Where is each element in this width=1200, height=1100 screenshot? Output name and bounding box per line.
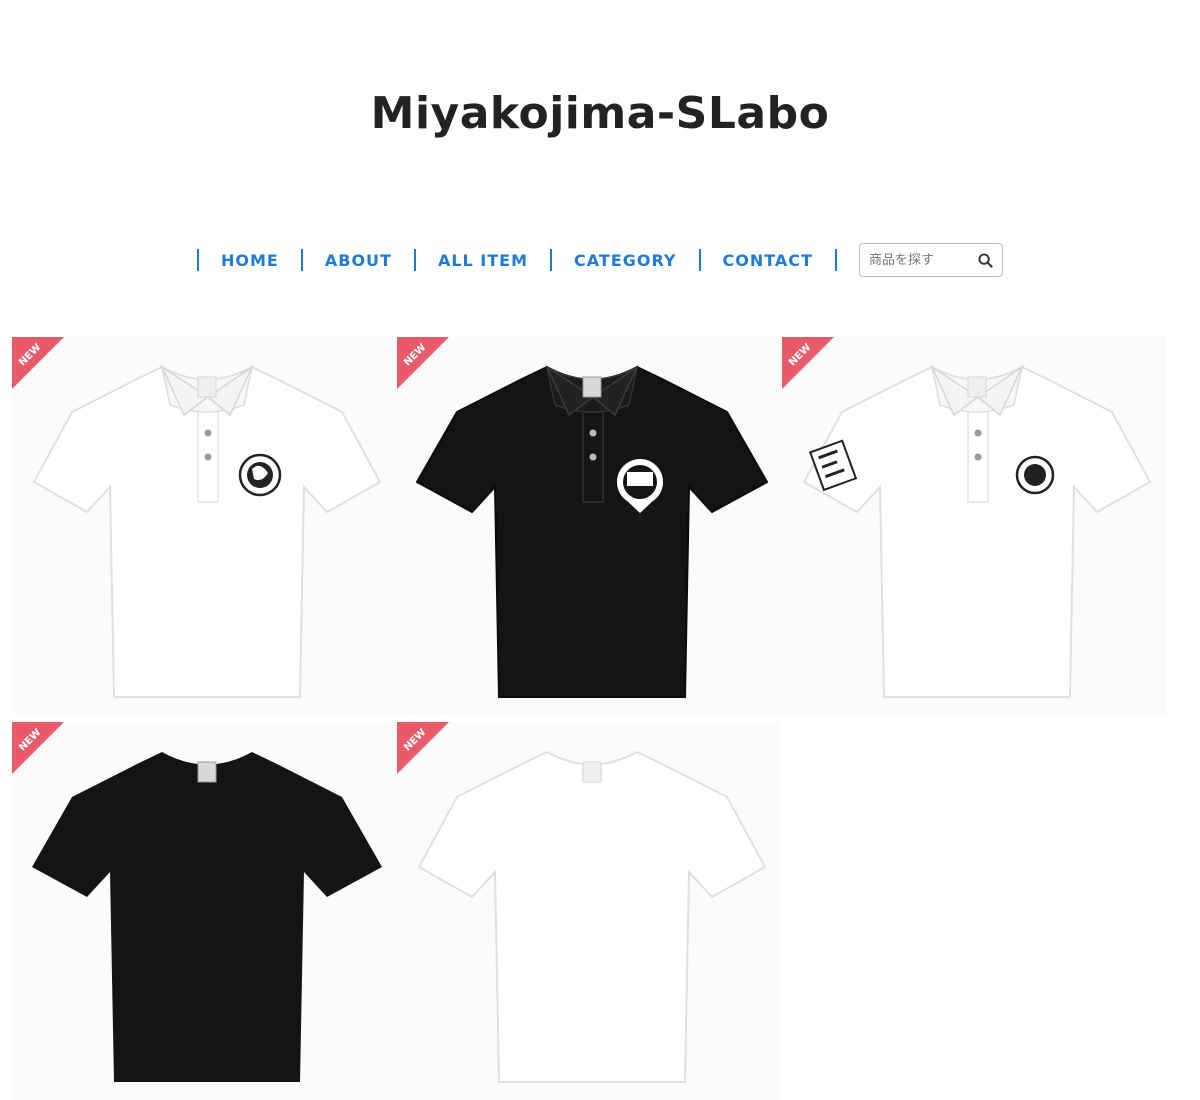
black-polo-shirt-image <box>397 337 781 715</box>
black-polo-shirt-image <box>12 722 396 1100</box>
product-card[interactable]: NEW <box>397 722 781 1100</box>
search-box <box>858 243 1003 277</box>
product-card[interactable]: NEW <box>397 337 781 715</box>
search-button[interactable] <box>969 245 1002 275</box>
product-card[interactable]: NEW <box>782 337 1166 715</box>
search-input[interactable] <box>859 245 969 275</box>
product-card[interactable]: NEW <box>12 337 396 715</box>
nav-link-about[interactable]: ABOUT <box>303 251 414 270</box>
new-badge: NEW <box>782 337 834 389</box>
new-badge: NEW <box>397 337 449 389</box>
nav-link-contact[interactable]: CONTACT <box>701 251 835 270</box>
nav-separator <box>834 249 837 271</box>
white-polo-shirt-image <box>397 722 781 1100</box>
main-nav: HOME ABOUT ALL ITEM CATEGORY CONTACT <box>0 242 1200 278</box>
new-badge: NEW <box>397 722 449 774</box>
nav-link-home[interactable]: HOME <box>199 251 301 270</box>
product-card[interactable]: NEW <box>12 722 396 1100</box>
site-title[interactable]: Miyakojima-SLabo <box>0 88 1200 139</box>
white-polo-shirt-sleeve-print-image <box>782 337 1166 715</box>
new-badge: NEW <box>12 337 64 389</box>
nav-link-all-item[interactable]: ALL ITEM <box>416 251 550 270</box>
white-polo-shirt-image <box>12 337 396 715</box>
new-badge: NEW <box>12 722 64 774</box>
nav-link-category[interactable]: CATEGORY <box>552 251 699 270</box>
search-icon <box>978 252 993 268</box>
